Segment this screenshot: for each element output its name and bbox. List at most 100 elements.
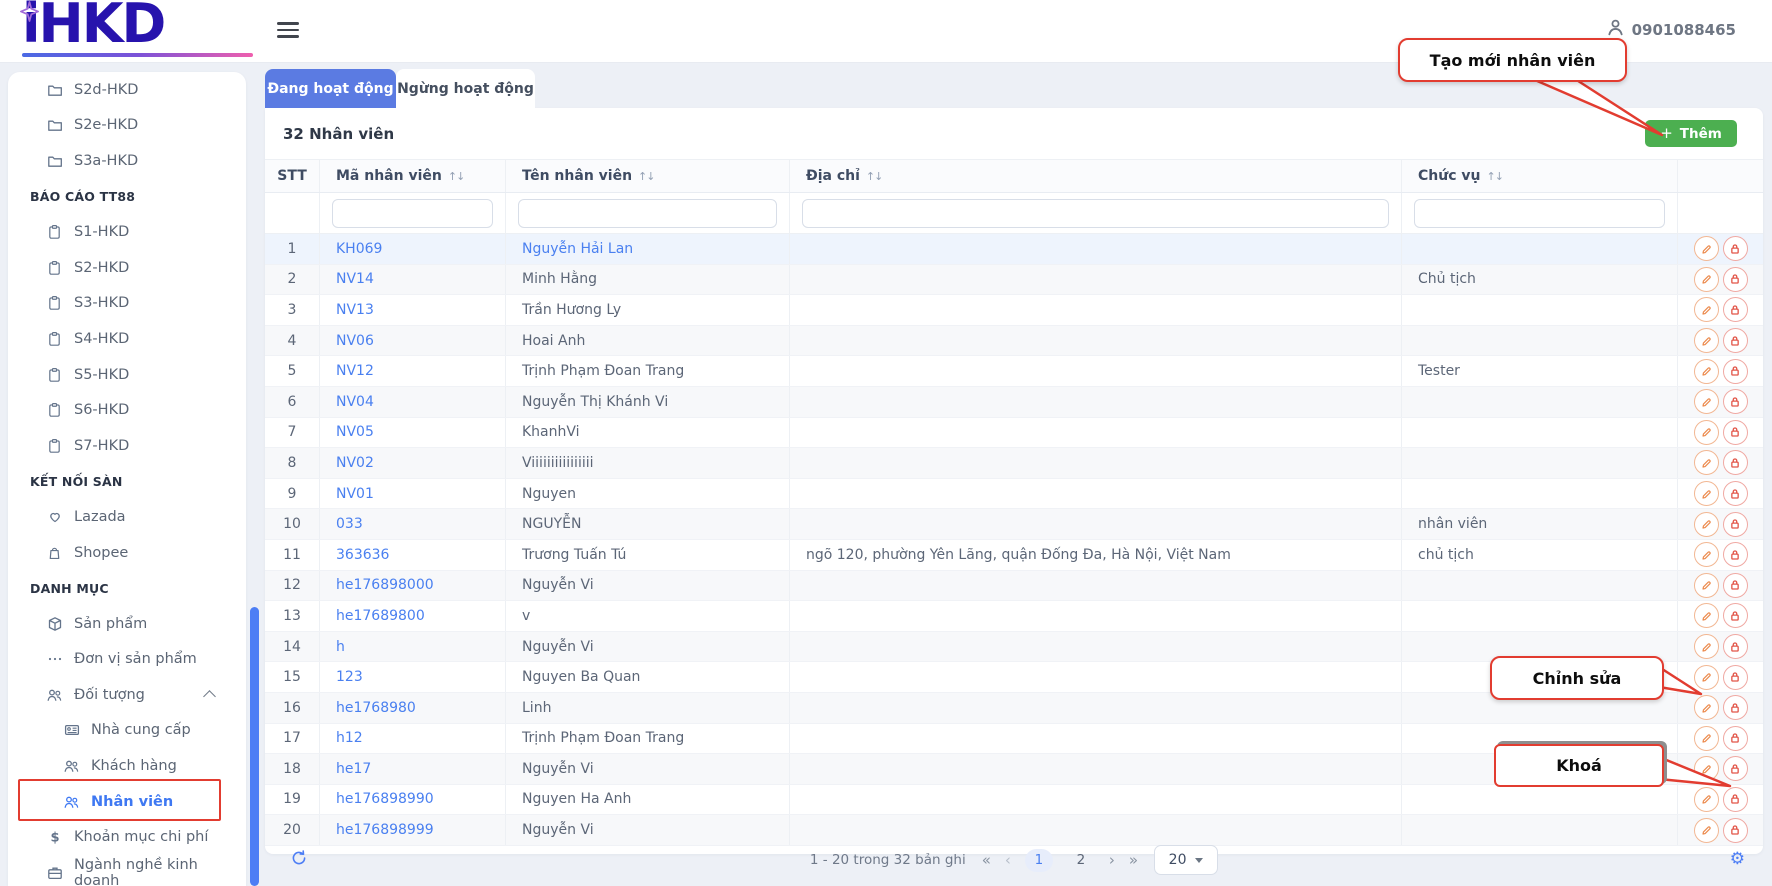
sidebar-item-san-pham[interactable]: Sản phẩm bbox=[8, 606, 246, 642]
lock-row-button[interactable] bbox=[1723, 787, 1748, 812]
lock-row-button[interactable] bbox=[1723, 512, 1748, 537]
filter-address-input[interactable] bbox=[802, 199, 1389, 228]
user-account[interactable]: 0901088465 bbox=[1606, 18, 1736, 41]
employee-name[interactable]: Nguyễn Hải Lan bbox=[522, 241, 633, 257]
column-header-name[interactable]: Tên nhân viên↑↓ bbox=[506, 160, 790, 192]
filter-position-input[interactable] bbox=[1414, 199, 1665, 228]
lock-row-button[interactable] bbox=[1723, 420, 1748, 445]
edit-row-button[interactable] bbox=[1694, 267, 1719, 292]
lock-row-button[interactable] bbox=[1723, 297, 1748, 322]
lock-row-button[interactable] bbox=[1723, 328, 1748, 353]
edit-row-button[interactable] bbox=[1694, 542, 1719, 567]
sidebar-item-khach-hang[interactable]: Khách hàng bbox=[8, 748, 246, 784]
lock-row-button[interactable] bbox=[1723, 573, 1748, 598]
employee-code-link[interactable]: 363636 bbox=[336, 547, 389, 563]
employee-code-link[interactable]: 123 bbox=[336, 669, 363, 685]
employee-code-link[interactable]: NV02 bbox=[336, 455, 374, 471]
lock-row-button[interactable] bbox=[1723, 236, 1748, 261]
employee-code-link[interactable]: NV05 bbox=[336, 424, 374, 440]
employee-code-link[interactable]: h bbox=[336, 639, 345, 655]
edit-row-button[interactable] bbox=[1694, 297, 1719, 322]
lock-row-button[interactable] bbox=[1723, 818, 1748, 843]
employee-code-link[interactable]: h12 bbox=[336, 730, 363, 746]
edit-row-button[interactable] bbox=[1694, 665, 1719, 690]
edit-row-button[interactable] bbox=[1694, 695, 1719, 720]
lock-row-button[interactable] bbox=[1723, 665, 1748, 690]
employee-code-link[interactable]: he176898990 bbox=[336, 791, 434, 807]
edit-row-button[interactable] bbox=[1694, 389, 1719, 414]
edit-row-button[interactable] bbox=[1694, 756, 1719, 781]
lock-row-button[interactable] bbox=[1723, 450, 1748, 475]
sidebar-item-khoan-muc-chi-phi[interactable]: $Khoản mục chi phí bbox=[8, 819, 246, 855]
edit-row-button[interactable] bbox=[1694, 359, 1719, 384]
filter-code-input[interactable] bbox=[332, 199, 493, 228]
employee-code-link[interactable]: NV12 bbox=[336, 363, 374, 379]
sort-icon[interactable]: ↑↓ bbox=[1486, 170, 1502, 183]
edit-row-button[interactable] bbox=[1694, 512, 1719, 537]
sort-icon[interactable]: ↑↓ bbox=[448, 170, 464, 183]
page-prev-button[interactable]: ‹ bbox=[1005, 853, 1011, 868]
menu-toggle-icon[interactable] bbox=[277, 22, 299, 38]
sidebar-item-s6-hkd[interactable]: S6-HKD bbox=[8, 392, 246, 428]
edit-row-button[interactable] bbox=[1694, 818, 1719, 843]
tab-dang-hoat-dong[interactable]: Đang hoạt động bbox=[265, 69, 396, 108]
sidebar-item-lazada[interactable]: Lazada bbox=[8, 499, 246, 535]
sort-icon[interactable]: ↑↓ bbox=[866, 170, 882, 183]
sidebar-item-shopee[interactable]: Shopee bbox=[8, 535, 246, 571]
page-size-select[interactable]: 20 bbox=[1154, 845, 1218, 875]
filter-name-input[interactable] bbox=[518, 199, 777, 228]
sidebar-item-s5-hkd[interactable]: S5-HKD bbox=[8, 357, 246, 393]
employee-code-link[interactable]: he176898999 bbox=[336, 822, 434, 838]
sidebar-item-s2d-hkd[interactable]: S2d-HKD bbox=[8, 72, 246, 108]
page-next-button[interactable]: › bbox=[1109, 853, 1115, 868]
sidebar-item-s1-hkd[interactable]: S1-HKD bbox=[8, 214, 246, 250]
sidebar-item-s3-hkd[interactable]: S3-HKD bbox=[8, 286, 246, 322]
edit-row-button[interactable] bbox=[1694, 634, 1719, 659]
sort-icon[interactable]: ↑↓ bbox=[638, 170, 654, 183]
column-header-address[interactable]: Địa chỉ↑↓ bbox=[790, 160, 1402, 192]
add-employee-button[interactable]: + Thêm bbox=[1645, 120, 1737, 147]
edit-row-button[interactable] bbox=[1694, 328, 1719, 353]
edit-row-button[interactable] bbox=[1694, 573, 1719, 598]
page-first-button[interactable]: « bbox=[982, 853, 991, 868]
lock-row-button[interactable] bbox=[1723, 695, 1748, 720]
refresh-icon[interactable] bbox=[291, 850, 307, 870]
employee-code-link[interactable]: he17689800 bbox=[336, 608, 425, 624]
column-header-position[interactable]: Chức vụ↑↓ bbox=[1402, 160, 1678, 192]
sidebar-item-nha-cung-cap[interactable]: Nhà cung cấp bbox=[8, 713, 246, 749]
sidebar-item-on-vi-san-pham[interactable]: Đơn vị sản phẩm bbox=[8, 642, 246, 678]
column-header-code[interactable]: Mã nhân viên↑↓ bbox=[320, 160, 506, 192]
edit-row-button[interactable] bbox=[1694, 481, 1719, 506]
lock-row-button[interactable] bbox=[1723, 389, 1748, 414]
edit-row-button[interactable] bbox=[1694, 726, 1719, 751]
employee-code-link[interactable]: NV13 bbox=[336, 302, 374, 318]
table-settings-gear-icon[interactable]: ⚙ bbox=[1730, 849, 1745, 869]
employee-code-link[interactable]: he1768980 bbox=[336, 700, 416, 716]
sidebar-item-s4-hkd[interactable]: S4-HKD bbox=[8, 321, 246, 357]
page-number-2[interactable]: 2 bbox=[1067, 849, 1095, 872]
employee-code-link[interactable]: he17 bbox=[336, 761, 371, 777]
page-number-1[interactable]: 1 bbox=[1025, 849, 1053, 872]
lock-row-button[interactable] bbox=[1723, 756, 1748, 781]
employee-code-link[interactable]: 033 bbox=[336, 516, 363, 532]
sidebar-item-oi-tuong[interactable]: Đối tượng bbox=[8, 677, 246, 713]
lock-row-button[interactable] bbox=[1723, 542, 1748, 567]
employee-code-link[interactable]: he176898000 bbox=[336, 577, 434, 593]
edit-row-button[interactable] bbox=[1694, 787, 1719, 812]
lock-row-button[interactable] bbox=[1723, 267, 1748, 292]
tab-ngung-hoat-dong[interactable]: Ngừng hoạt động bbox=[396, 69, 535, 108]
employee-code-link[interactable]: NV14 bbox=[336, 271, 374, 287]
sidebar-item-nhan-vien[interactable]: Nhân viên bbox=[8, 784, 246, 820]
lock-row-button[interactable] bbox=[1723, 359, 1748, 384]
sidebar-item-s2e-hkd[interactable]: S2e-HKD bbox=[8, 108, 246, 144]
employee-code-link[interactable]: NV04 bbox=[336, 394, 374, 410]
lock-row-button[interactable] bbox=[1723, 634, 1748, 659]
sidebar-item-nganh-nghe-kinh-doanh[interactable]: Ngành nghề kinh doanh bbox=[8, 855, 246, 886]
edit-row-button[interactable] bbox=[1694, 450, 1719, 475]
sidebar-item-s7-hkd[interactable]: S7-HKD bbox=[8, 428, 246, 464]
sidebar-item-s3a-hkd[interactable]: S3a-HKD bbox=[8, 143, 246, 179]
employee-code-link[interactable]: NV06 bbox=[336, 333, 374, 349]
employee-code-link[interactable]: NV01 bbox=[336, 486, 374, 502]
employee-code-link[interactable]: KH069 bbox=[336, 241, 382, 257]
edit-row-button[interactable] bbox=[1694, 420, 1719, 445]
